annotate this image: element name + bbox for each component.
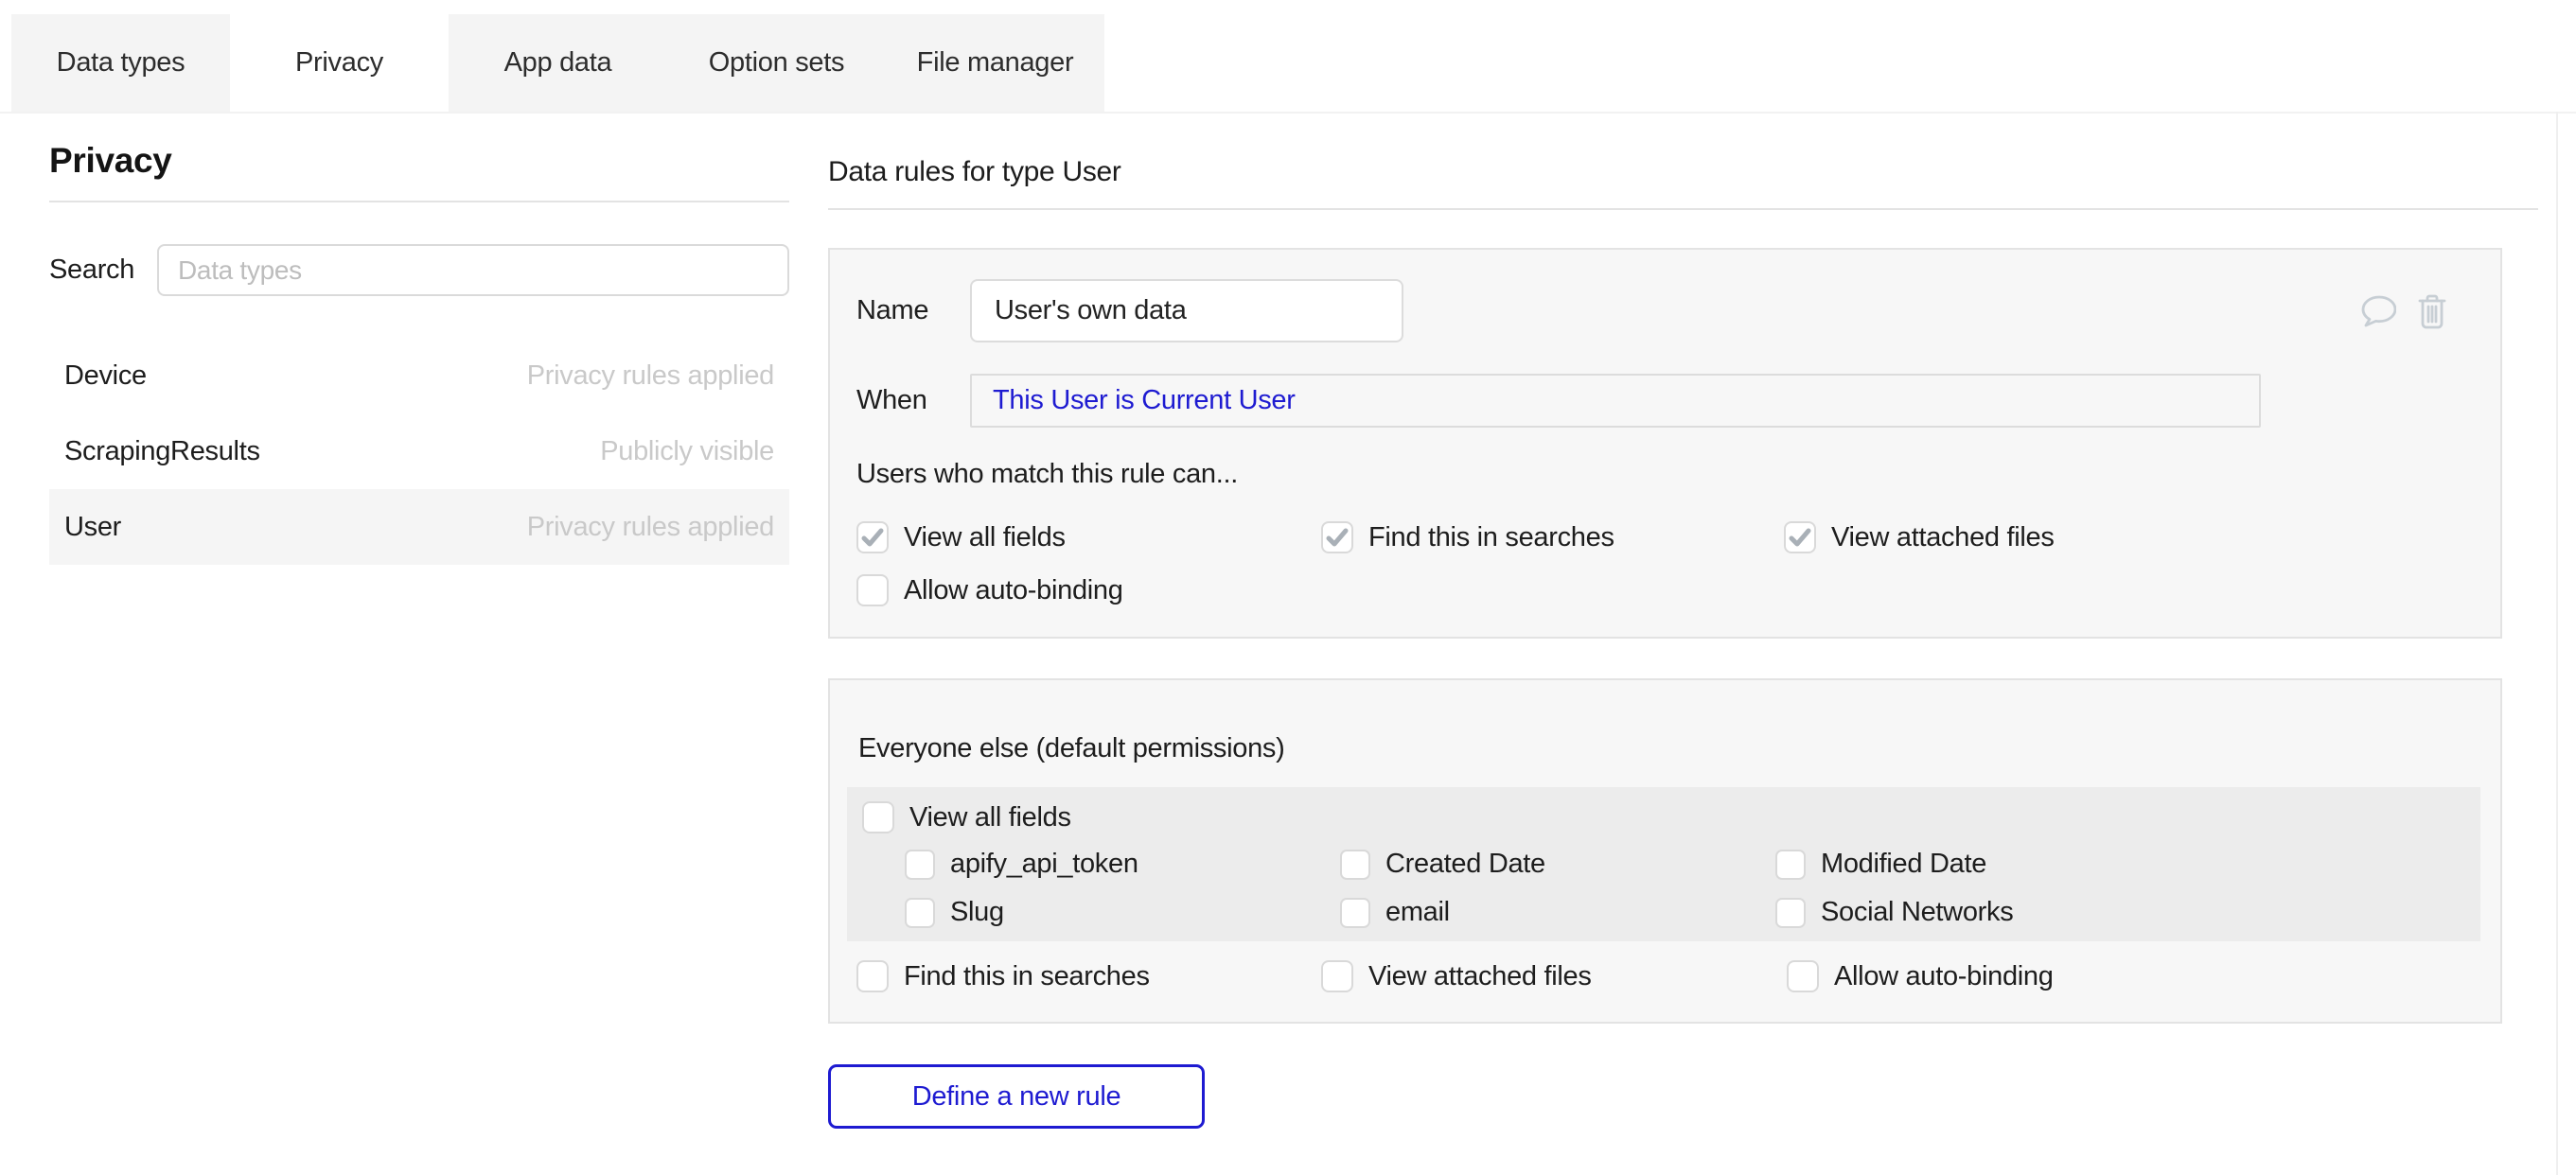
sidebar-divider [49, 201, 789, 202]
data-type-name: User [64, 512, 121, 543]
permission-label: Allow auto-binding [904, 575, 1123, 606]
data-type-list: Device Privacy rules applied ScrapingRes… [49, 338, 789, 565]
default-permissions-title: Everyone else (default permissions) [858, 733, 2480, 764]
define-new-rule-button[interactable]: Define a new rule [828, 1064, 1205, 1129]
tab-option-sets[interactable]: Option sets [667, 14, 886, 112]
default-view-all-fields-checkbox[interactable] [862, 801, 894, 833]
when-label: When [856, 385, 970, 416]
field-label: Social Networks [1821, 897, 2013, 928]
content-right-border [2556, 112, 2558, 1175]
permission-label: Allow auto-binding [1834, 961, 2054, 992]
default-view-attached-files: View attached files [1321, 960, 1787, 992]
comment-icon[interactable] [2360, 295, 2396, 327]
permission-label: Find this in searches [1368, 522, 1614, 553]
tab-privacy[interactable]: Privacy [230, 14, 449, 112]
tab-bar: Data types Privacy App data Option sets … [11, 14, 1104, 112]
default-permissions-card: Everyone else (default permissions) View… [828, 678, 2502, 1024]
permission-label: View attached files [1368, 961, 1592, 992]
permission-find-in-searches: Find this in searches [1321, 521, 1784, 553]
tab-label: App data [504, 47, 612, 79]
default-allow-auto-binding: Allow auto-binding [1787, 960, 2480, 992]
default-view-attached-files-checkbox[interactable] [1321, 960, 1353, 992]
permission-label: Find this in searches [904, 961, 1150, 992]
delete-rule-icon[interactable] [2417, 293, 2447, 329]
rule-permissions: View all fields Find this in searches Vi… [856, 521, 2474, 606]
list-item-user[interactable]: User Privacy rules applied [49, 489, 789, 565]
tab-label: Data types [57, 47, 185, 79]
permission-label: View attached files [1831, 522, 2055, 553]
when-condition[interactable]: This User is Current User [970, 374, 2261, 428]
match-text: Users who match this rule can... [856, 459, 2474, 490]
privacy-sidebar: Privacy Search Device Privacy rules appl… [49, 142, 789, 565]
status-badge: Publicly visible [600, 436, 774, 467]
field-checkbox[interactable] [1340, 898, 1370, 928]
fields-box: View all fields apify_api_token Created … [847, 787, 2480, 941]
field-social-networks: Social Networks [1775, 897, 2480, 928]
field-checkbox[interactable] [1775, 850, 1806, 880]
field-label: Slug [950, 897, 1004, 928]
tab-file-manager[interactable]: File manager [886, 14, 1104, 112]
view-all-fields-checkbox[interactable] [856, 521, 889, 553]
field-label: Created Date [1385, 849, 1545, 880]
default-allow-auto-binding-checkbox[interactable] [1787, 960, 1819, 992]
content-top-border [0, 112, 2576, 114]
find-in-searches-checkbox[interactable] [1321, 521, 1353, 553]
main-divider [828, 208, 2538, 210]
allow-auto-binding-checkbox[interactable] [856, 574, 889, 606]
check-icon [1788, 525, 1812, 550]
default-find-in-searches: Find this in searches [856, 960, 1321, 992]
rule-actions [2360, 293, 2447, 329]
field-checkbox[interactable] [1340, 850, 1370, 880]
list-item-scrapingresults[interactable]: ScrapingResults Publicly visible [49, 413, 789, 489]
view-attached-files-checkbox[interactable] [1784, 521, 1816, 553]
field-label: Modified Date [1821, 849, 1986, 880]
page-title: Privacy [49, 142, 789, 180]
tab-label: File manager [917, 47, 1074, 79]
rule-name-row: Name [856, 279, 2474, 342]
search-label: Search [49, 254, 157, 286]
default-permission-row: Find this in searches View attached file… [856, 960, 2480, 992]
main-panel: Data rules for type User Name When [828, 142, 2502, 1129]
tab-app-data[interactable]: App data [449, 14, 667, 112]
rule-when-row: When This User is Current User [856, 374, 2474, 428]
field-slug: Slug [905, 897, 1340, 928]
permission-allow-auto-binding: Allow auto-binding [856, 574, 1321, 606]
permission-view-all-fields: View all fields [856, 521, 1321, 553]
data-type-name: Device [64, 360, 147, 392]
search-input[interactable] [157, 244, 789, 296]
field-email: email [1340, 897, 1775, 928]
tab-label: Option sets [709, 47, 844, 79]
default-view-all-fields: View all fields [862, 801, 2480, 833]
section-title: Data rules for type User [828, 155, 2502, 189]
permission-label: View all fields [904, 522, 1066, 553]
check-icon [1325, 525, 1350, 550]
field-checkbox[interactable] [905, 850, 935, 880]
search-row: Search [49, 244, 789, 296]
field-apify-api-token: apify_api_token [905, 849, 1340, 880]
tab-data-types[interactable]: Data types [11, 14, 230, 112]
status-badge: Privacy rules applied [527, 512, 774, 543]
permission-view-attached-files: View attached files [1784, 521, 2474, 553]
status-badge: Privacy rules applied [527, 360, 774, 392]
list-item-device[interactable]: Device Privacy rules applied [49, 338, 789, 413]
default-find-in-searches-checkbox[interactable] [856, 960, 889, 992]
field-created-date: Created Date [1340, 849, 1775, 880]
field-checkbox[interactable] [905, 898, 935, 928]
name-label: Name [856, 295, 970, 326]
field-label: email [1385, 897, 1450, 928]
field-modified-date: Modified Date [1775, 849, 2480, 880]
tab-label: Privacy [295, 47, 383, 79]
permission-label: View all fields [909, 802, 1071, 833]
field-list: apify_api_token Created Date Modified Da… [905, 849, 2480, 928]
check-icon [860, 525, 885, 550]
field-checkbox[interactable] [1775, 898, 1806, 928]
when-condition-text: This User is Current User [993, 385, 1296, 416]
data-type-name: ScrapingResults [64, 436, 260, 467]
rule-card: Name When This User is Current User Use [828, 248, 2502, 639]
rule-name-input[interactable] [970, 279, 1403, 342]
field-label: apify_api_token [950, 849, 1138, 880]
